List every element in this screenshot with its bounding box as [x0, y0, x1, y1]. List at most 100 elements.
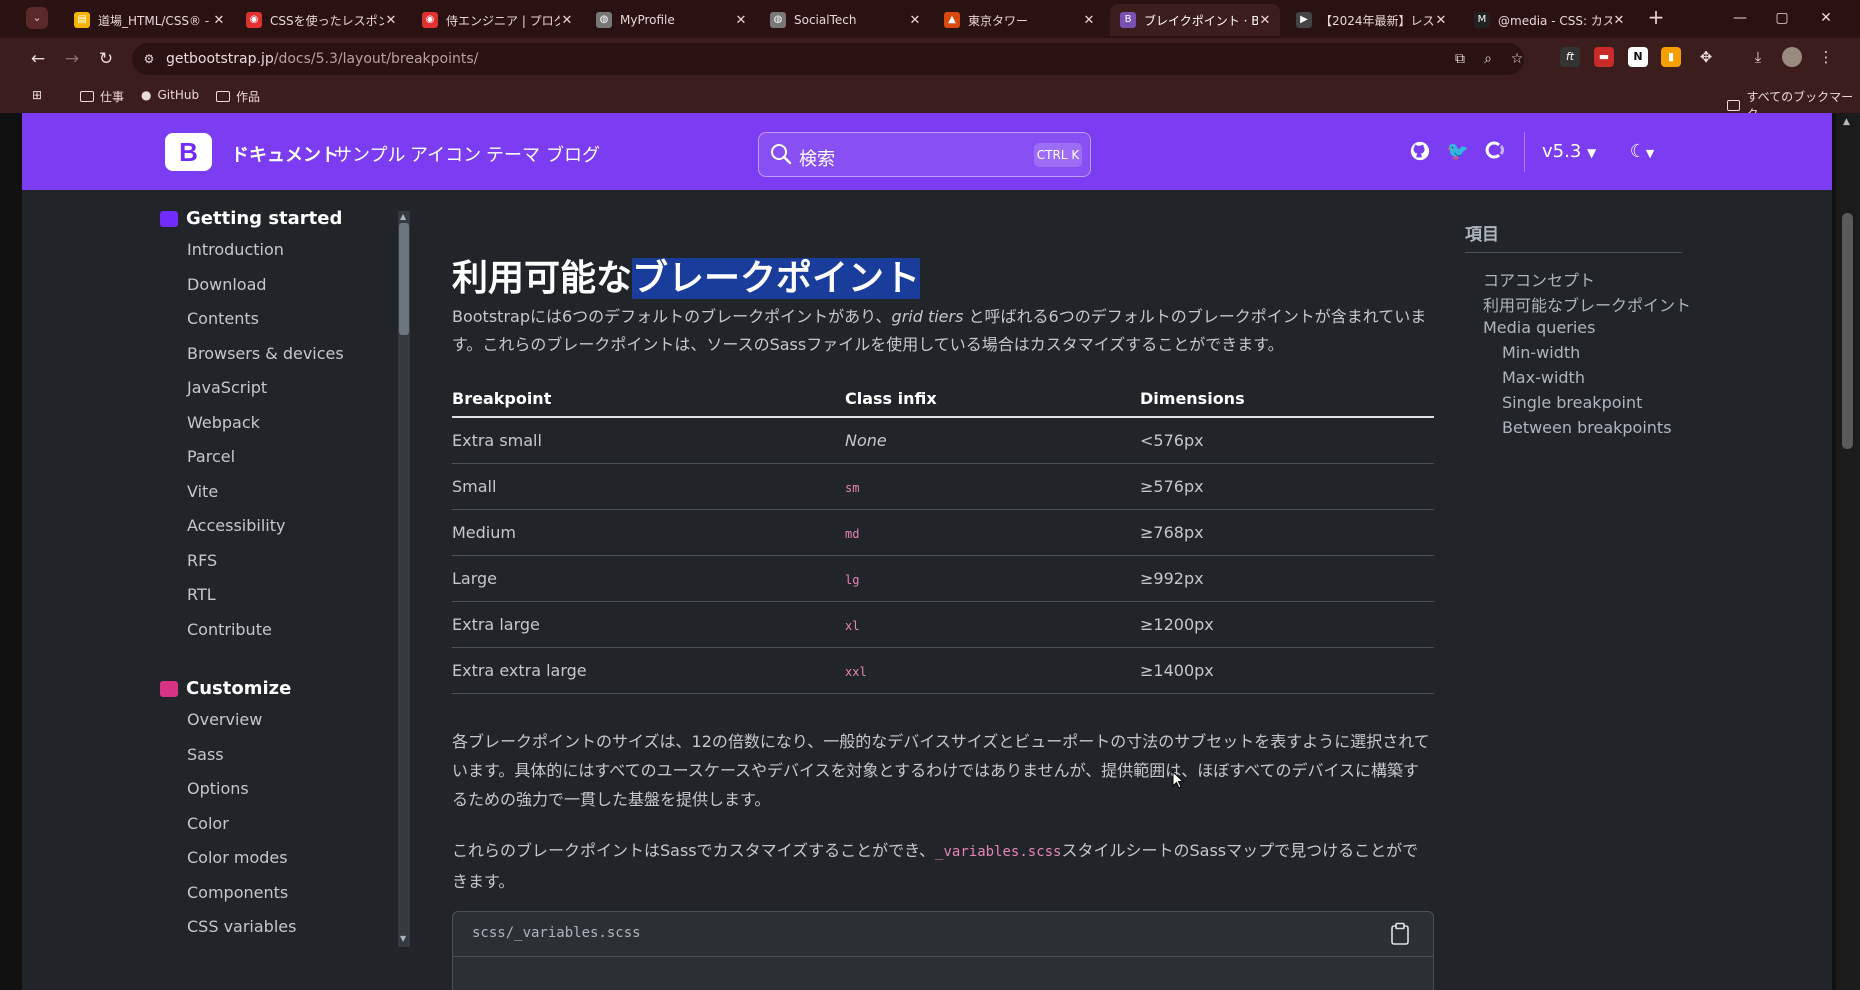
dimension-value: ≥1400px — [1140, 647, 1434, 694]
breakpoint-name: Extra small — [452, 417, 845, 464]
column-header: Dimensions — [1140, 377, 1434, 418]
tab-close-icon[interactable]: ✕ — [1612, 13, 1626, 28]
site-info-icon[interactable]: ⚙ — [140, 50, 158, 68]
page-viewport: B ドキュメント サンプル アイコン テーマ ブログ 検索 CTRL K 🐦 v… — [22, 113, 1832, 990]
class-infix: md — [845, 509, 1140, 556]
back-icon[interactable]: ← — [26, 47, 50, 71]
class-infix: lg — [845, 555, 1140, 602]
browser-tab[interactable]: ▤ 道場_HTML/CSS® - G ✕ — [64, 4, 234, 36]
tab-close-icon[interactable]: ✕ — [212, 13, 226, 28]
downloads-icon[interactable]: ⤓ — [1748, 47, 1768, 67]
tab-close-icon[interactable]: ✕ — [1434, 13, 1448, 28]
browser-tab[interactable]: ◉ 侍エンジニア | プログラミ✕ — [412, 4, 582, 36]
toc-link[interactable]: 利用可能なブレークポイント — [1483, 292, 1691, 316]
page-scrollbar-thumb[interactable] — [1842, 213, 1853, 449]
explanation-paragraph: 各ブレークポイントのサイズは、12の倍数になり、一般的なデバイスサイズとビューポ… — [452, 732, 1430, 809]
tab-close-icon[interactable]: ✕ — [384, 13, 398, 28]
url-text[interactable]: getbootstrap.jp/docs/5.3/layout/breakpoi… — [166, 51, 478, 67]
profile-avatar[interactable] — [1782, 47, 1802, 67]
install-app-icon[interactable]: ⧉ — [1451, 50, 1469, 68]
toc-title: 項目 — [1465, 225, 1499, 245]
browser-tab[interactable]: ▶ 【2024年最新】レスポン✕ — [1286, 4, 1456, 36]
browser-chrome: ⌄ ▤道場_HTML/CSS® - G✕◉CSSを使ったレスポンシブ✕◉侍エンジ… — [0, 0, 1860, 121]
browser-tab[interactable]: ▲ 東京タワー ✕ — [934, 4, 1104, 36]
tab-close-icon[interactable]: ✕ — [560, 13, 574, 28]
sass-paragraph: これらのブレークポイントはSassでカスタマイズすることができ、_variabl… — [452, 841, 1419, 891]
scroll-up-arrow-icon[interactable]: ▲ — [1843, 117, 1850, 127]
folder-icon — [216, 91, 230, 102]
code-filename: scss/_variables.scss — [472, 925, 641, 941]
class-infix-value: lg — [845, 572, 860, 587]
browser-tab[interactable]: ◍ MyProfile ✕ — [586, 4, 756, 36]
apps-grid-icon[interactable]: ⊞ — [32, 88, 42, 102]
breakpoint-name: Medium — [452, 509, 845, 556]
page-scrollbar[interactable]: ▲ — [1836, 113, 1860, 990]
toc-link[interactable]: Single breakpoint — [1502, 393, 1642, 412]
maximize-icon[interactable]: ▢ — [1772, 8, 1792, 28]
browser-tab[interactable]: M @media - CSS: カスケ✕ — [1464, 4, 1634, 36]
forward-icon[interactable]: → — [60, 47, 84, 71]
bookmarks-bar: ⊞ 仕事 ●GitHub 作品 すべてのブックマーク — [0, 80, 1860, 121]
tab-title: SocialTech — [794, 13, 857, 27]
tab-close-icon[interactable]: ✕ — [734, 13, 748, 28]
class-infix-value: sm — [845, 480, 860, 495]
toc-link[interactable]: Max-width — [1502, 368, 1585, 387]
code-example: scss/_variables.scss — [452, 911, 1434, 990]
reload-icon[interactable]: ↻ — [94, 47, 118, 71]
bookmark-folder-work[interactable]: 仕事 — [80, 88, 124, 105]
bookmark-folder-works[interactable]: 作品 — [216, 88, 260, 105]
tab-favicon-icon: ◍ — [770, 12, 786, 28]
toc-link[interactable]: Min-width — [1502, 343, 1580, 362]
page-heading: 利用可能なブレークポイント — [452, 258, 921, 299]
tab-title: ブレイクポイント · Boots — [1144, 13, 1258, 28]
extension-red-icon[interactable]: ▬ — [1594, 47, 1614, 67]
bookmark-github[interactable]: ● GitHub — [141, 88, 199, 102]
table-row: Small sm ≥576px — [452, 463, 1434, 510]
browser-tab[interactable]: ◍ SocialTech ✕ — [760, 4, 930, 36]
bookmark-star-icon[interactable]: ☆ — [1508, 50, 1526, 68]
tab-favicon-icon: M — [1474, 12, 1490, 28]
tab-close-icon[interactable]: ✕ — [1258, 13, 1272, 28]
table-row: Extra small None <576px — [452, 417, 1434, 464]
toc-link[interactable]: Between breakpoints — [1502, 418, 1672, 437]
zoom-icon[interactable]: ⌕ — [1479, 50, 1497, 68]
class-infix: xxl — [845, 647, 1140, 694]
browser-tab[interactable]: ◉ CSSを使ったレスポンシブ✕ — [236, 4, 406, 36]
tab-favicon-icon: ◉ — [246, 12, 262, 28]
tab-search-button[interactable]: ⌄ — [26, 7, 48, 29]
class-infix-value: None — [845, 430, 887, 450]
extension-ft-icon[interactable]: ft — [1560, 47, 1580, 67]
new-tab-button[interactable]: + — [1644, 6, 1668, 30]
tab-title: MyProfile — [620, 13, 675, 27]
extensions-puzzle-icon[interactable]: ✥ — [1696, 47, 1716, 67]
tab-title: 東京タワー — [968, 13, 1029, 28]
window-edge-left — [0, 113, 22, 990]
menu-kebab-icon[interactable]: ⋮ — [1816, 47, 1836, 67]
folder-icon — [1727, 99, 1741, 111]
dimension-value: <576px — [1140, 417, 1434, 464]
close-window-icon[interactable]: ✕ — [1816, 8, 1836, 28]
tab-title: CSSを使ったレスポンシブ — [270, 13, 384, 28]
extension-yellow-icon[interactable]: ▮ — [1661, 47, 1681, 67]
toc-link[interactable]: コアコンセプト — [1483, 267, 1595, 291]
tab-strip: ⌄ ▤道場_HTML/CSS® - G✕◉CSSを使ったレスポンシブ✕◉侍エンジ… — [0, 0, 1860, 38]
lead-paragraph: Bootstrapには6つのデフォルトのブレークポイントがあり、grid tie… — [452, 307, 1427, 354]
toc-link[interactable]: Media queries — [1483, 318, 1595, 337]
minimize-icon[interactable]: — — [1730, 8, 1750, 28]
clipboard-icon[interactable] — [1389, 922, 1411, 946]
tab-close-icon[interactable]: ✕ — [1082, 13, 1096, 28]
breakpoint-name: Small — [452, 463, 845, 510]
address-bar[interactable]: ⚙ getbootstrap.jp/docs/5.3/layout/breakp… — [132, 43, 1524, 75]
dimension-value: ≥1200px — [1140, 601, 1434, 648]
table-row: Medium md ≥768px — [452, 509, 1434, 556]
tab-close-icon[interactable]: ✕ — [908, 13, 922, 28]
breakpoint-name: Extra extra large — [452, 647, 845, 694]
browser-toolbar: ← → ↻ ⚙ getbootstrap.jp/docs/5.3/layout/… — [0, 38, 1860, 80]
browser-tab[interactable]: B ブレイクポイント · Boots✕ — [1110, 4, 1280, 36]
code-example-header: scss/_variables.scss — [453, 912, 1433, 957]
class-infix-value: md — [845, 526, 860, 541]
class-infix: None — [845, 417, 1140, 464]
class-infix-value: xl — [845, 618, 860, 633]
extension-n-icon[interactable]: N — [1628, 47, 1648, 67]
mouse-cursor-icon — [1172, 771, 1184, 789]
